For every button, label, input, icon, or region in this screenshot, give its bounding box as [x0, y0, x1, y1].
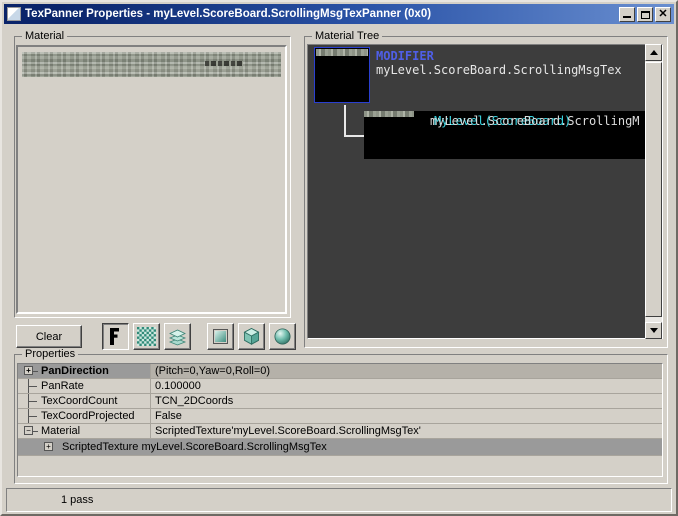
- texture-detail: [205, 61, 243, 66]
- tree-line: [28, 386, 37, 387]
- tree-line: [28, 401, 37, 402]
- show-checker-button[interactable]: [133, 323, 160, 350]
- child-object-label: ScriptedTexture myLevel.ScoreBoard.Scrol…: [62, 441, 327, 453]
- property-grid[interactable]: + PanDirection (Pitch=0,Yaw=0,Roll=0) Pa…: [17, 363, 663, 477]
- table-row[interactable]: TexCoordCount TCN_2DCoords: [18, 394, 662, 409]
- sphere-icon: [273, 327, 292, 346]
- property-value-cell[interactable]: ScriptedTexture'myLevel.ScoreBoard.Scrol…: [151, 424, 662, 438]
- title-bar: TexPanner Properties - myLevel.ScoreBoar…: [4, 4, 674, 24]
- property-name-cell: TexCoordCount: [18, 394, 151, 408]
- tree-node-child-name-label: myLevel.ScoreBoard.ScrollingM: [430, 114, 640, 128]
- property-value-cell[interactable]: False: [151, 409, 662, 423]
- material-preview-texture: [22, 52, 281, 77]
- property-name-cell: PanRate: [18, 379, 151, 393]
- preview-sphere-button[interactable]: [269, 323, 296, 350]
- material-tree-scrollbar[interactable]: [645, 44, 662, 339]
- material-tree-view[interactable]: MODIFIER myLevel.ScoreBoard.ScrollingMsg…: [307, 44, 663, 339]
- expand-child-button[interactable]: +: [44, 442, 53, 451]
- property-value-cell[interactable]: TCN_2DCoords: [151, 394, 662, 408]
- material-tree-group-label: Material Tree: [312, 30, 383, 42]
- tree-node-name-label: myLevel.ScoreBoard.ScrollingMsgTex: [376, 63, 622, 77]
- status-text: 1 pass: [61, 494, 94, 506]
- row-gutter: [18, 409, 44, 423]
- row-gutter: +: [18, 364, 44, 378]
- clear-button[interactable]: Clear: [16, 325, 82, 348]
- texpanner-properties-window: TexPanner Properties - myLevel.ScoreBoar…: [0, 0, 678, 516]
- close-icon: ✕: [658, 7, 668, 20]
- minimize-button[interactable]: [619, 6, 635, 22]
- scroll-up-button[interactable]: [645, 44, 662, 61]
- tree-node-child-thumbnail[interactable]: [364, 111, 414, 159]
- scroll-down-arrow-icon: [649, 328, 658, 333]
- preview-cube-button[interactable]: [238, 323, 265, 350]
- table-row[interactable]: PanRate 0.100000: [18, 379, 662, 394]
- material-toolbar: Clear: [16, 323, 296, 350]
- collapse-button[interactable]: −: [24, 426, 33, 435]
- table-row-child[interactable]: + ScriptedTexture myLevel.ScoreBoard.Scr…: [18, 439, 662, 456]
- letter-f-icon: [106, 327, 125, 346]
- preview-plane-button[interactable]: [207, 323, 234, 350]
- window-title: TexPanner Properties - myLevel.ScoreBoar…: [25, 8, 432, 20]
- row-gutter: −: [18, 424, 44, 438]
- layers-icon: [168, 327, 187, 346]
- tree-line: [33, 431, 38, 432]
- property-name-cell: − Material: [18, 424, 151, 438]
- thumbnail-texture: [364, 111, 414, 117]
- maximize-button[interactable]: [637, 6, 653, 22]
- table-row[interactable]: − Material ScriptedTexture'myLevel.Score…: [18, 424, 662, 439]
- property-value-cell[interactable]: 0.100000: [151, 379, 662, 393]
- table-row[interactable]: TexCoordProjected False: [18, 409, 662, 424]
- status-bar: 1 pass: [6, 488, 672, 512]
- material-preview-canvas[interactable]: [16, 45, 287, 314]
- checker-icon: [137, 327, 156, 346]
- scrollbar-thumb[interactable]: [645, 62, 662, 317]
- properties-group-label: Properties: [22, 348, 79, 360]
- scroll-down-button[interactable]: [645, 322, 662, 339]
- tree-node-type-label: MODIFIER: [376, 49, 434, 63]
- property-name-cell: + PanDirection: [18, 364, 151, 378]
- row-gutter: [18, 394, 44, 408]
- thumbnail-texture: [316, 49, 368, 56]
- tree-connector-horizontal: [344, 135, 366, 137]
- property-value-cell[interactable]: (Pitch=0,Yaw=0,Roll=0): [151, 364, 662, 378]
- cube-icon: [242, 327, 261, 346]
- expand-button[interactable]: +: [24, 366, 33, 375]
- tree-node-thumbnail[interactable]: [314, 47, 370, 103]
- tree-line: [28, 416, 37, 417]
- window-icon: [7, 7, 21, 21]
- property-name-cell: TexCoordProjected: [18, 409, 151, 423]
- material-group-label: Material: [22, 30, 68, 42]
- close-button[interactable]: ✕: [655, 6, 671, 22]
- show-layers-button[interactable]: [164, 323, 191, 350]
- plane-icon: [211, 327, 230, 346]
- table-row[interactable]: + PanDirection (Pitch=0,Yaw=0,Roll=0): [18, 364, 662, 379]
- tree-line: [33, 371, 38, 372]
- tree-connector-vertical: [344, 105, 346, 137]
- title-bar-buttons: ✕: [619, 6, 671, 22]
- show-background-f-button[interactable]: [102, 323, 129, 350]
- row-gutter: [18, 379, 44, 393]
- scroll-up-arrow-icon: [649, 50, 658, 55]
